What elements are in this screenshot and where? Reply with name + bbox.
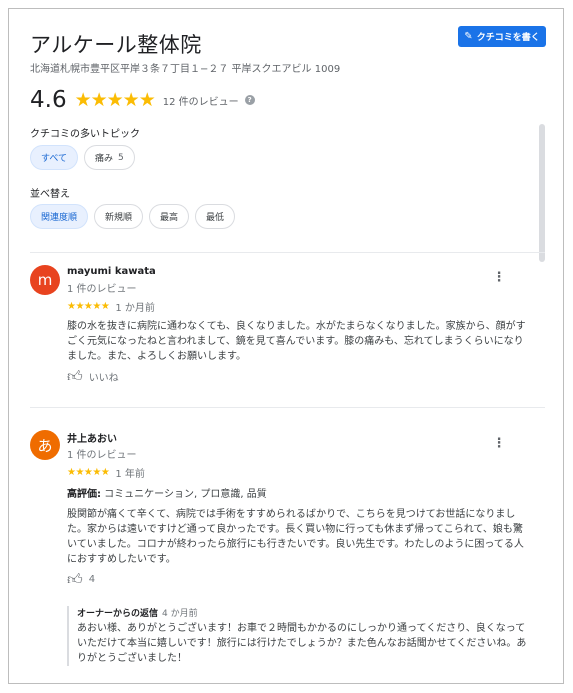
avatar[interactable]: m [30,265,60,295]
reviews-panel: アルケール整体院 ✎ クチコミを書く 北海道札幌市豊平区平岸３条７丁目１−２７ … [8,8,564,684]
sort-chip-lowest[interactable]: 最低 [195,204,236,229]
write-review-label: クチコミを書く [476,33,540,43]
rating-stars: ★★★★★ [74,89,156,111]
like-button[interactable]: 👍︎ 4 [67,572,95,587]
like-button[interactable]: 👍︎ いいね [67,367,119,385]
topics-label: クチコミの多いトピック [30,129,140,140]
review-rating: ★★★★★ 1 か月前 [67,299,155,314]
sort-chip-label: 新規順 [105,213,133,223]
sort-chips: 関連度順 新規順 最高 最低 [30,204,236,229]
sort-chip-relevance[interactable]: 関連度順 [30,204,89,229]
review-text: 膝の水を抜きに病院に通わなくても、良くなりました。水がたまらなくなりました。家族… [67,321,526,362]
owner-reply-time: 4 か月前 [162,609,198,619]
topic-chip-all[interactable]: すべて [30,145,79,170]
topic-chip-pain[interactable]: 痛み 5 [84,145,135,170]
place-title: アルケール整体院 [30,33,202,57]
rating-value: 4.6 [30,87,67,113]
sort-chip-newest[interactable]: 新規順 [94,204,144,229]
help-icon[interactable]: ? [244,95,255,105]
attributes-value: コミュニケーション, プロ意識, 品質 [101,489,267,500]
sort-chip-label: 関連度順 [41,213,78,223]
review-rating: ★★★★★ 1 年前 [67,465,145,480]
sort-chip-label: 最低 [206,213,225,223]
write-review-button[interactable]: ✎ クチコミを書く [458,26,546,47]
review-time: 1 年前 [115,469,145,480]
topic-chip-label: すべて [41,154,68,164]
review-text: 股関節が痛くて辛くて、病院では手術をすすめられるばかりで、こちらを見つけてお世話… [67,509,524,565]
pencil-icon: ✎ [464,30,473,42]
reviewer-name[interactable]: mayumi kawata [67,266,156,277]
owner-reply-header: オーナーからの返信 4 か月前 [77,606,532,619]
owner-reply: オーナーからの返信 4 か月前 あおい様、ありがとうございます！お車で２時間もかか… [67,606,532,666]
attributes-key: 高評価: [67,489,101,500]
topic-chips: すべて 痛み 5 [30,145,135,170]
topic-chip-label: 痛み [95,154,114,164]
rating-summary: 4.6 ★★★★★ 12 件のレビュー ? [30,87,255,113]
reviewer-review-count: 1 件のレビュー [67,450,137,461]
review-count-link[interactable]: 12 件のレビュー [163,93,239,108]
reviewer-review-count: 1 件のレビュー [67,284,137,295]
divider [30,252,545,253]
scrollbar-thumb[interactable] [539,124,545,262]
like-label: いいね [88,373,119,384]
divider [30,407,545,408]
topic-chip-count: 5 [118,152,124,163]
sort-label: 並べ替え [30,189,70,200]
review-stars: ★★★★★ [67,467,110,478]
place-address: 北海道札幌市豊平区平岸３条７丁目１−２７ 平岸スクエアビル 1009 [30,64,341,75]
thumbs-up-icon: 👍︎ [67,570,83,588]
sort-chip-highest[interactable]: 最高 [149,204,190,229]
review-time: 1 か月前 [115,303,155,314]
review-stars: ★★★★★ [67,301,110,312]
review-attributes: 高評価: コミュニケーション, プロ意識, 品質 [67,485,267,500]
more-options-icon[interactable]: ⋮ [491,437,507,450]
avatar[interactable]: あ [30,430,60,460]
more-options-icon[interactable]: ⋮ [491,271,507,284]
like-count: 4 [88,574,96,585]
sort-chip-label: 最高 [160,213,179,223]
thumbs-up-icon: 👍︎ [67,367,83,385]
owner-reply-text: あおい様、ありがとうございます！お車で２時間もかかるのにしっかり通ってくださり、… [77,623,527,664]
owner-reply-title: オーナーからの返信 [77,609,159,619]
reviewer-name[interactable]: 井上あおい [67,430,117,445]
